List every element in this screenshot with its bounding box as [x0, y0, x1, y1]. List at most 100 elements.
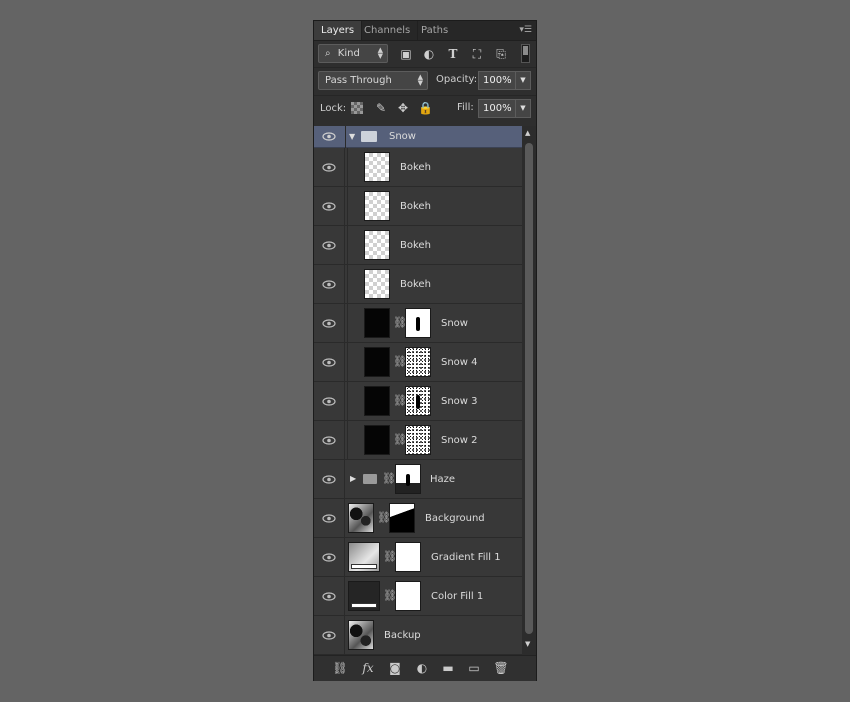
link-layers-icon[interactable]: ⛓: [332, 661, 348, 675]
layer-row[interactable]: ⛓ Snow 3: [314, 382, 522, 421]
layer-thumbnail: [348, 542, 380, 572]
chain-link-icon[interactable]: ⛓: [393, 433, 407, 447]
opacity-input[interactable]: 100%: [478, 71, 516, 90]
layer-thumbnail: [364, 269, 390, 299]
layer-mask-thumbnail: [405, 308, 431, 338]
filter-pixel-icon[interactable]: ▣: [399, 47, 413, 61]
eye-icon[interactable]: [322, 436, 336, 445]
layer-thumbnail: [348, 620, 374, 650]
layer-row[interactable]: ⛓ Gradient Fill 1: [314, 538, 522, 577]
eye-icon[interactable]: [322, 631, 336, 640]
tab-paths[interactable]: Paths: [414, 21, 455, 40]
eye-icon[interactable]: [322, 358, 336, 367]
panel-menu-icon[interactable]: ▾☰: [518, 24, 532, 36]
filter-type-icon[interactable]: T: [446, 47, 460, 61]
layer-name: Gradient Fill 1: [431, 552, 501, 563]
layer-row[interactable]: Bokeh: [314, 148, 522, 187]
layer-name: Snow: [441, 318, 468, 329]
filter-toggle-switch[interactable]: [521, 44, 530, 63]
lock-position-icon[interactable]: ✥: [396, 101, 410, 115]
new-layer-icon[interactable]: ▭: [466, 661, 482, 675]
folder-icon: [361, 131, 377, 142]
layer-name: Snow: [389, 131, 416, 142]
chain-link-icon[interactable]: ⛓: [393, 355, 407, 369]
layer-row[interactable]: Bokeh: [314, 226, 522, 265]
layer-row[interactable]: ⛓ Snow 4: [314, 343, 522, 382]
eye-icon[interactable]: [322, 514, 336, 523]
panel-bottom-bar: ⛓ fx ◙ ◐ ▬ ▭ 🗑: [314, 655, 536, 681]
layer-thumbnail: [364, 152, 390, 182]
layer-thumbnail: [364, 308, 390, 338]
opacity-label: Opacity:: [436, 74, 478, 85]
eye-icon[interactable]: [322, 132, 336, 141]
fx-icon[interactable]: fx: [360, 661, 376, 675]
eye-icon[interactable]: [322, 319, 336, 328]
tab-channels[interactable]: Channels: [357, 21, 419, 40]
layer-name: Snow 2: [441, 435, 478, 446]
filter-smart-object-icon[interactable]: ⎘: [494, 47, 508, 61]
layers-list: ▼ Snow Bokeh Bokeh Bokeh Bokeh ⛓ Snow ⛓ …: [314, 126, 522, 655]
eye-icon[interactable]: [322, 280, 336, 289]
layer-thumbnail: [348, 503, 374, 533]
eye-icon[interactable]: [322, 592, 336, 601]
scroll-down-icon[interactable]: ▼: [525, 640, 530, 648]
layer-row[interactable]: Bokeh: [314, 187, 522, 226]
trash-icon[interactable]: 🗑: [493, 661, 509, 675]
eye-icon[interactable]: [322, 475, 336, 484]
filter-kind-label: Kind: [337, 48, 360, 59]
layer-row[interactable]: ⛓ Snow 2: [314, 421, 522, 460]
chain-link-icon[interactable]: ⛓: [377, 511, 391, 525]
stepper-arrows-icon: ▲ ▼: [377, 46, 383, 60]
layer-thumbnail: [364, 425, 390, 455]
scroll-up-icon[interactable]: ▲: [525, 129, 530, 137]
layer-name: Backup: [384, 630, 421, 641]
tab-layers[interactable]: Layers: [314, 21, 363, 40]
opacity-dropdown-icon[interactable]: ▼: [516, 71, 531, 90]
chain-link-icon[interactable]: ⛓: [393, 316, 407, 330]
layer-name: Bokeh: [400, 162, 431, 173]
chain-link-icon[interactable]: ⛓: [393, 394, 407, 408]
add-mask-icon[interactable]: ◙: [387, 661, 403, 675]
lock-brush-icon[interactable]: ✎: [374, 101, 388, 115]
eye-icon[interactable]: [322, 241, 336, 250]
layer-row[interactable]: ▼ Snow: [314, 126, 522, 148]
lock-all-icon[interactable]: 🔒: [418, 101, 433, 115]
filter-shape-icon[interactable]: ⛶: [470, 47, 484, 61]
chain-link-icon[interactable]: ⛓: [382, 472, 396, 486]
eye-icon[interactable]: [322, 163, 336, 172]
blend-mode-dropdown[interactable]: Pass Through ▲ ▼: [318, 71, 428, 90]
chain-link-icon[interactable]: ⛓: [383, 550, 397, 564]
fill-input[interactable]: 100%: [478, 99, 516, 118]
fill-dropdown-icon[interactable]: ▼: [516, 99, 531, 118]
layer-thumbnail: [364, 386, 390, 416]
layer-name: Bokeh: [400, 279, 431, 290]
layer-row[interactable]: ▶ ⛓ Haze: [314, 460, 522, 499]
eye-icon[interactable]: [322, 202, 336, 211]
adjustment-layer-icon[interactable]: ◐: [414, 661, 430, 675]
layer-row[interactable]: Backup: [314, 616, 522, 655]
lock-transparency-icon[interactable]: [351, 102, 363, 114]
eye-icon[interactable]: [322, 397, 336, 406]
scrollbar-thumb[interactable]: [525, 143, 533, 634]
layer-row[interactable]: ⛓ Color Fill 1: [314, 577, 522, 616]
new-group-icon[interactable]: ▬: [440, 661, 456, 675]
fill-label: Fill:: [457, 102, 474, 113]
layer-row[interactable]: ⛓ Snow: [314, 304, 522, 343]
layer-thumbnail: [348, 581, 380, 611]
eye-icon[interactable]: [322, 553, 336, 562]
layer-thumbnail: [364, 191, 390, 221]
layer-mask-thumbnail: [395, 581, 421, 611]
filter-adjustment-icon[interactable]: ◐: [422, 47, 436, 61]
layer-row[interactable]: ⛓ Background: [314, 499, 522, 538]
layer-row[interactable]: Bokeh: [314, 265, 522, 304]
lock-label: Lock:: [320, 103, 347, 114]
layer-mask-thumbnail: [395, 464, 421, 494]
collapse-arrow-icon[interactable]: ▼: [349, 132, 355, 141]
layers-panel: Layers Channels Paths ▾☰ ⌕ Kind ▲ ▼ ▣ ◐ T…: [313, 20, 537, 681]
layers-scrollbar[interactable]: ▲ ▼: [522, 126, 536, 655]
chain-link-icon[interactable]: ⛓: [383, 589, 397, 603]
filter-kind-dropdown[interactable]: ⌕ Kind ▲ ▼: [318, 44, 388, 63]
expand-arrow-icon[interactable]: ▶: [350, 474, 356, 483]
search-icon: ⌕: [325, 48, 331, 59]
tab-bar: Layers Channels Paths ▾☰: [314, 21, 536, 41]
